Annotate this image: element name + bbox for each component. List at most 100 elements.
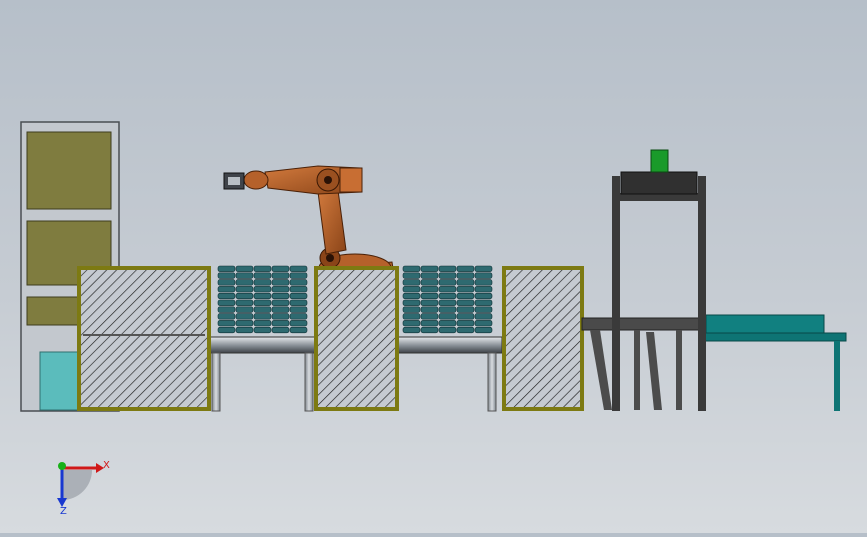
tray [217,320,236,327]
tray [289,313,308,320]
tray [438,326,457,334]
tray [289,292,308,300]
tray [217,313,236,320]
tray [271,326,290,334]
tray [217,265,236,272]
tray [420,306,439,313]
tray [474,313,493,320]
tray [474,326,493,334]
roller-conveyor-right [395,336,503,412]
tray [271,299,290,306]
tray [271,313,290,320]
tray [217,292,236,300]
tray [217,306,236,313]
z-axis-label: Z [60,506,67,517]
tray [438,286,457,293]
tray [456,320,475,327]
tray [253,313,272,320]
tray [271,272,290,279]
tray [402,299,421,306]
tray [289,320,308,327]
tray [456,326,475,334]
tray [253,286,272,293]
tray [235,279,254,286]
rack-panel-top [26,131,112,210]
tray [253,292,272,300]
tray [217,279,236,286]
tray [474,320,493,327]
tray [402,292,421,300]
x-axis-label: X [103,460,110,471]
tray [271,306,290,313]
tray [474,265,493,272]
tray [217,326,236,334]
safety-guard-1 [77,266,211,411]
tray [420,286,439,293]
tray-stack-left [217,265,308,334]
tray [420,326,439,334]
tray [253,306,272,313]
tray [217,272,236,279]
tray [271,286,290,293]
tray [456,286,475,293]
tray [253,320,272,327]
tray [253,279,272,286]
tray [289,299,308,306]
tray [402,306,421,313]
tray [438,306,457,313]
tray [420,320,439,327]
tray [235,286,254,293]
tray [271,292,290,300]
tray [474,272,493,279]
tray [438,265,457,272]
tray [289,286,308,293]
tray [420,299,439,306]
tray [474,292,493,300]
overhead-frame [612,149,706,411]
tray [420,272,439,279]
coordinate-triad: X Z [57,460,110,517]
tray [456,292,475,300]
tray [456,299,475,306]
tray [420,292,439,300]
tray [289,265,308,272]
tray [474,286,493,293]
tray [235,292,254,300]
tray [474,279,493,286]
tray [271,265,290,272]
tray [217,299,236,306]
tray [456,272,475,279]
tray [289,279,308,286]
tray [235,265,254,272]
tray [235,299,254,306]
rack-base-cyan [39,351,81,411]
tray [438,299,457,306]
tray [402,320,421,327]
cad-viewport[interactable]: X Z [0,0,867,533]
tray [253,272,272,279]
green-product-box [650,149,669,173]
tray [289,306,308,313]
tray [235,326,254,334]
tray [235,320,254,327]
tray [474,306,493,313]
tray [402,286,421,293]
tray [253,299,272,306]
tray [456,279,475,286]
tray [474,299,493,306]
tray [253,326,272,334]
tray [271,320,290,327]
tray [289,272,308,279]
tray [402,326,421,334]
tray [253,265,272,272]
tray [456,306,475,313]
tray [438,279,457,286]
y-axis-dot [58,462,66,470]
teal-conveyor [699,314,847,411]
tray [235,313,254,320]
tray-stack-right [402,265,493,334]
tray [235,306,254,313]
tray [438,272,457,279]
tray [289,326,308,334]
tray [420,279,439,286]
